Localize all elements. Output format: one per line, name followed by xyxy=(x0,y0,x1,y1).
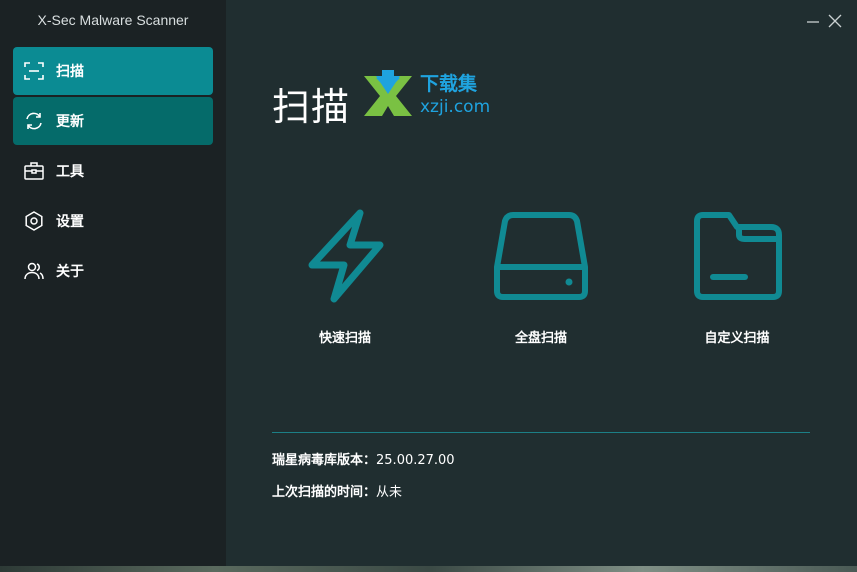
folder-icon xyxy=(694,212,782,300)
divider xyxy=(272,432,810,433)
custom-scan-button[interactable]: 自定义扫描 xyxy=(662,200,812,350)
sidebar-item-update[interactable]: 更新 xyxy=(13,97,213,145)
sidebar-item-label: 工具 xyxy=(56,164,84,180)
refresh-icon xyxy=(23,110,45,132)
sidebar-item-label: 更新 xyxy=(56,114,84,130)
sidebar-item-label: 设置 xyxy=(56,214,84,230)
sidebar-item-label: 关于 xyxy=(56,264,84,280)
quick-scan-label: 快速扫描 xyxy=(318,331,371,346)
users-icon xyxy=(23,260,45,282)
app-title: X-Sec Malware Scanner xyxy=(37,12,189,28)
db-version-label: 瑞星病毒库版本： xyxy=(272,453,377,468)
toolbox-icon xyxy=(23,160,45,182)
last-scan-label: 上次扫描的时间： xyxy=(272,485,377,500)
page-title: 扫描 xyxy=(272,85,351,129)
main-panel: 扫描 下载集 xzji.com 快速扫描 全盘扫描 自定义扫描 瑞星病毒库版本：… xyxy=(226,0,857,566)
sidebar-item-about[interactable]: 关于 xyxy=(13,247,213,295)
db-version-value: 25.00.27.00 xyxy=(376,453,455,468)
sidebar-item-scan[interactable]: 扫描 xyxy=(13,47,213,95)
watermark-brand: 下载集 xyxy=(420,72,478,95)
settings-gear-icon xyxy=(23,210,45,232)
last-scan-row: 上次扫描的时间：从未 xyxy=(272,481,402,500)
lightning-icon xyxy=(308,209,384,303)
db-version-row: 瑞星病毒库版本：25.00.27.00 xyxy=(272,449,455,468)
last-scan-value: 从未 xyxy=(376,485,403,500)
close-icon xyxy=(828,14,842,28)
sidebar-item-tools[interactable]: 工具 xyxy=(13,147,213,195)
quick-scan-button[interactable]: 快速扫描 xyxy=(270,200,420,350)
minimize-icon xyxy=(807,21,819,23)
sidebar-item-settings[interactable]: 设置 xyxy=(13,197,213,245)
hard-drive-icon xyxy=(494,212,588,300)
sidebar: X-Sec Malware Scanner 扫描 更新 工具 设置 关于 xyxy=(0,0,226,566)
close-button[interactable] xyxy=(826,12,844,30)
custom-scan-label: 自定义扫描 xyxy=(704,331,770,346)
watermark-logo: 下载集 xzji.com xyxy=(362,70,502,120)
watermark-domain: xzji.com xyxy=(420,97,490,117)
sidebar-item-label: 扫描 xyxy=(56,64,84,80)
full-scan-label: 全盘扫描 xyxy=(514,331,567,346)
minimize-button[interactable] xyxy=(804,12,822,30)
scan-frame-icon xyxy=(23,60,45,82)
full-scan-button[interactable]: 全盘扫描 xyxy=(466,200,616,350)
desktop-background-strip xyxy=(0,566,857,572)
